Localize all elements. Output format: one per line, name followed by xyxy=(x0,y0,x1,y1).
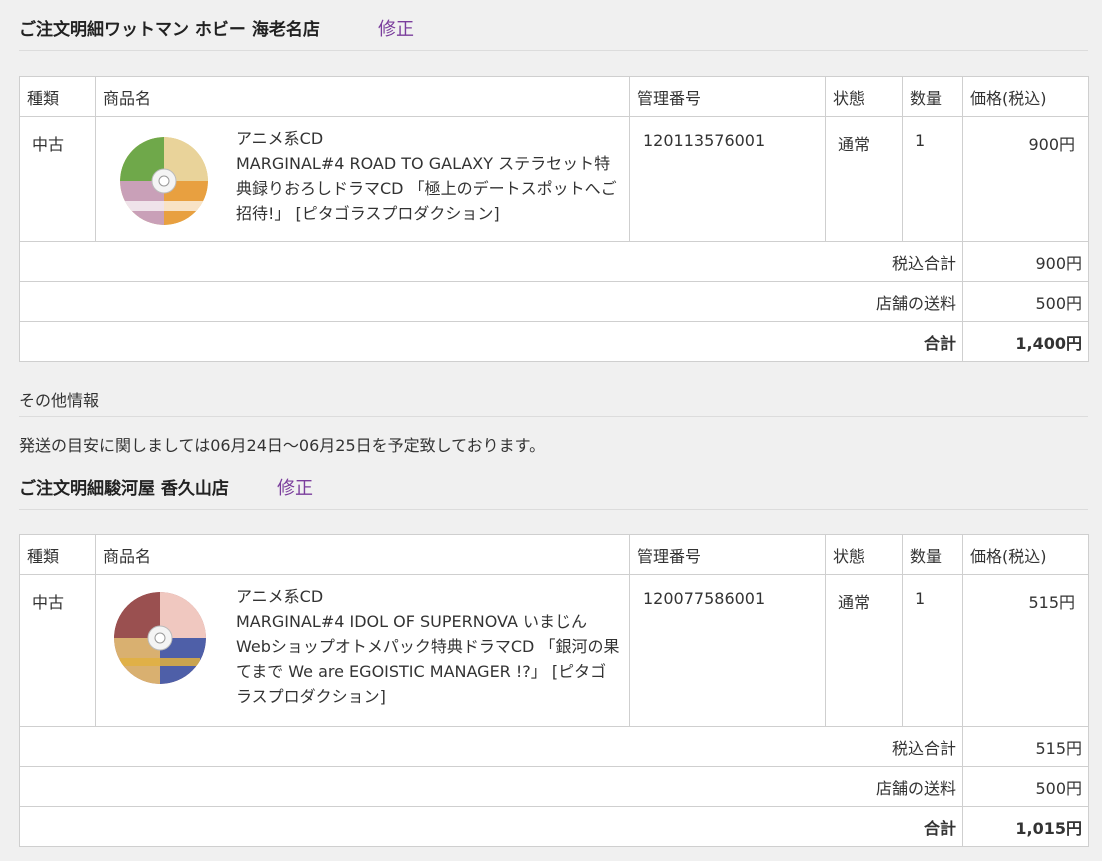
col-management-no: 管理番号 xyxy=(629,76,826,117)
table-header-row: 種類 商品名 管理番号 状態 数量 価格(税込) xyxy=(19,534,1089,575)
order-table-1: 種類 商品名 管理番号 状態 数量 価格(税込) 中古 アニメ系CD MARGI… xyxy=(19,76,1089,362)
subtotal-row: 税込合計 900円 xyxy=(19,241,1089,282)
cd-disc-image[interactable] xyxy=(120,137,208,225)
col-condition: 状態 xyxy=(825,534,903,575)
col-kind: 種類 xyxy=(19,76,96,117)
order-title-1: ご注文明細ワットマン ホビー 海老名店 xyxy=(19,20,320,40)
order-heading-1: ご注文明細ワットマン ホビー 海老名店 修正 xyxy=(19,0,1088,51)
item-kind: 中古 xyxy=(19,574,96,727)
order-title-2: ご注文明細駿河屋 香久山店 xyxy=(19,479,229,499)
other-info-heading: その他情報 xyxy=(19,378,1088,417)
order-details-page: ご注文明細ワットマン ホビー 海老名店 修正 種類 商品名 管理番号 状態 数量… xyxy=(0,0,1102,861)
shipping-row: 店舗の送料 500円 xyxy=(19,281,1089,322)
item-condition: 通常 xyxy=(825,116,903,242)
subtotal-value: 900円 xyxy=(962,241,1089,282)
col-product: 商品名 xyxy=(95,76,630,117)
item-management-no: 120077586001 xyxy=(629,574,826,727)
other-info-title: その他情報 xyxy=(19,391,100,410)
item-text: アニメ系CD MARGINAL#4 IDOL OF SUPERNOVA いまじん… xyxy=(236,584,621,709)
edit-link-1[interactable]: 修正 xyxy=(378,15,414,41)
col-product: 商品名 xyxy=(95,534,630,575)
shipping-label: 店舗の送料 xyxy=(19,281,963,322)
col-management-no: 管理番号 xyxy=(629,534,826,575)
total-label: 合計 xyxy=(19,321,963,362)
item-text: アニメ系CD MARGINAL#4 ROAD TO GALAXY ステラセット特… xyxy=(236,126,621,226)
subtotal-value: 515円 xyxy=(962,726,1089,767)
col-price: 価格(税込) xyxy=(962,76,1089,117)
item-name[interactable]: MARGINAL#4 ROAD TO GALAXY ステラセット特典録りおろしド… xyxy=(236,151,621,226)
total-row: 合計 1,400円 xyxy=(19,321,1089,362)
item-quantity: 1 xyxy=(902,116,963,242)
item-kind: 中古 xyxy=(19,116,96,242)
item-name[interactable]: MARGINAL#4 IDOL OF SUPERNOVA いまじんWebショップ… xyxy=(236,609,621,709)
edit-link-2[interactable]: 修正 xyxy=(277,474,313,500)
total-row: 合計 1,015円 xyxy=(19,806,1089,847)
col-quantity: 数量 xyxy=(902,534,963,575)
shipping-label: 店舗の送料 xyxy=(19,766,963,807)
col-condition: 状態 xyxy=(825,76,903,117)
total-value: 1,400円 xyxy=(962,321,1089,362)
item-price: 900円 xyxy=(962,116,1089,242)
item-product: アニメ系CD MARGINAL#4 IDOL OF SUPERNOVA いまじん… xyxy=(95,574,630,727)
item-category: アニメ系CD xyxy=(236,129,324,148)
total-value: 1,015円 xyxy=(962,806,1089,847)
shipping-value: 500円 xyxy=(962,766,1089,807)
subtotal-label: 税込合計 xyxy=(19,241,963,282)
order-heading-2: ご注文明細駿河屋 香久山店 修正 xyxy=(19,459,1088,510)
order-table-2: 種類 商品名 管理番号 状態 数量 価格(税込) 中古 アニメ系CD MARGI… xyxy=(19,534,1089,847)
item-quantity: 1 xyxy=(902,574,963,727)
subtotal-row: 税込合計 515円 xyxy=(19,726,1089,767)
item-management-no: 120113576001 xyxy=(629,116,826,242)
shipping-note: 発送の目安に関しましては06月24日～06月25日を予定致しております。 xyxy=(19,436,546,455)
item-price: 515円 xyxy=(962,574,1089,727)
table-header-row: 種類 商品名 管理番号 状態 数量 価格(税込) xyxy=(19,76,1089,117)
cd-disc-image[interactable] xyxy=(114,592,206,684)
item-product: アニメ系CD MARGINAL#4 ROAD TO GALAXY ステラセット特… xyxy=(95,116,630,242)
shipping-value: 500円 xyxy=(962,281,1089,322)
col-price: 価格(税込) xyxy=(962,534,1089,575)
subtotal-label: 税込合計 xyxy=(19,726,963,767)
item-condition: 通常 xyxy=(825,574,903,727)
col-quantity: 数量 xyxy=(902,76,963,117)
col-kind: 種類 xyxy=(19,534,96,575)
shipping-row: 店舗の送料 500円 xyxy=(19,766,1089,807)
table-row: 中古 xyxy=(19,574,1089,727)
table-row: 中古 xyxy=(19,116,1089,242)
total-label: 合計 xyxy=(19,806,963,847)
item-category: アニメ系CD xyxy=(236,587,324,606)
